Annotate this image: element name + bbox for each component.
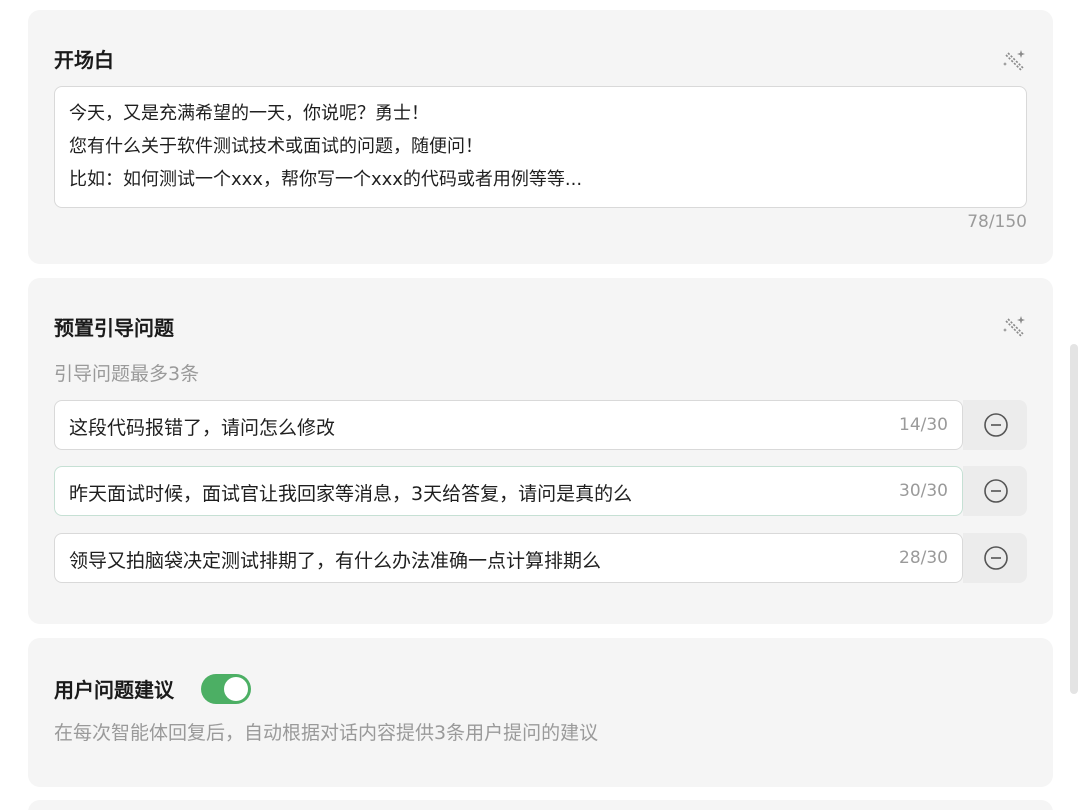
preset-question-counter: 28/30 xyxy=(899,548,948,568)
minus-circle-icon xyxy=(984,479,1008,503)
opening-line: 比如：如何测试一个xxx，帮你写一个xxx的代码或者用例等等... xyxy=(69,169,583,190)
remove-question-button[interactable] xyxy=(963,466,1027,516)
preset-question-row: 昨天面试时候，面试官让我回家等消息，3天给答复，请问是真的么 30/30 xyxy=(54,466,1027,516)
preset-question-counter: 14/30 xyxy=(899,415,948,435)
preset-question-text: 这段代码报错了，请问怎么修改 xyxy=(69,417,336,439)
next-card xyxy=(28,800,1053,810)
opening-generate-button[interactable] xyxy=(1001,48,1027,74)
magic-wand-icon xyxy=(1003,50,1025,72)
preset-question-counter: 30/30 xyxy=(899,481,948,501)
preset-questions-card: 预置引导问题 引导问题最多3条 这段代码报错了，请问怎么修改 14/30 昨天面… xyxy=(28,278,1053,624)
preset-question-text: 昨天面试时候，面试官让我回家等消息，3天给答复，请问是真的么 xyxy=(69,483,633,505)
preset-question-input[interactable]: 昨天面试时候，面试官让我回家等消息，3天给答复，请问是真的么 30/30 xyxy=(54,466,963,516)
suggest-description: 在每次智能体回复后，自动根据对话内容提供3条用户提问的建议 xyxy=(54,722,599,744)
preset-question-row: 领导又拍脑袋决定测试排期了，有什么办法准确一点计算排期么 28/30 xyxy=(54,533,1027,583)
preset-question-text: 领导又拍脑袋决定测试排期了，有什么办法准确一点计算排期么 xyxy=(69,550,602,572)
preset-generate-button[interactable] xyxy=(1001,314,1027,340)
opening-char-counter: 78/150 xyxy=(967,212,1027,232)
opening-message-card: 开场白 今天，又是充满希望的一天，你说呢？勇士！ 您有什么关于软件测试技术或面试… xyxy=(28,10,1053,264)
minus-circle-icon xyxy=(984,413,1008,437)
suggest-title: 用户问题建议 xyxy=(54,678,174,702)
minus-circle-icon xyxy=(984,546,1008,570)
opening-line: 您有什么关于软件测试技术或面试的问题，随便问！ xyxy=(69,136,483,157)
opening-textarea[interactable]: 今天，又是充满希望的一天，你说呢？勇士！ 您有什么关于软件测试技术或面试的问题，… xyxy=(54,86,1027,208)
magic-wand-icon xyxy=(1003,316,1025,338)
preset-question-input[interactable]: 领导又拍脑袋决定测试排期了，有什么办法准确一点计算排期么 28/30 xyxy=(54,533,963,583)
opening-title: 开场白 xyxy=(54,48,114,72)
remove-question-button[interactable] xyxy=(963,533,1027,583)
preset-question-row: 这段代码报错了，请问怎么修改 14/30 xyxy=(54,400,1027,450)
toggle-knob xyxy=(224,677,248,701)
opening-line: 今天，又是充满希望的一天，你说呢？勇士！ xyxy=(69,103,429,124)
preset-subtitle: 引导问题最多3条 xyxy=(54,363,200,385)
remove-question-button[interactable] xyxy=(963,400,1027,450)
suggest-toggle[interactable] xyxy=(201,674,251,704)
preset-title: 预置引导问题 xyxy=(54,316,174,340)
preset-question-input[interactable]: 这段代码报错了，请问怎么修改 14/30 xyxy=(54,400,963,450)
agent-settings-page: 开场白 今天，又是充满希望的一天，你说呢？勇士！ 您有什么关于软件测试技术或面试… xyxy=(0,0,1080,810)
question-suggestion-card: 用户问题建议 在每次智能体回复后，自动根据对话内容提供3条用户提问的建议 xyxy=(28,638,1053,787)
scrollbar[interactable] xyxy=(1070,344,1078,694)
